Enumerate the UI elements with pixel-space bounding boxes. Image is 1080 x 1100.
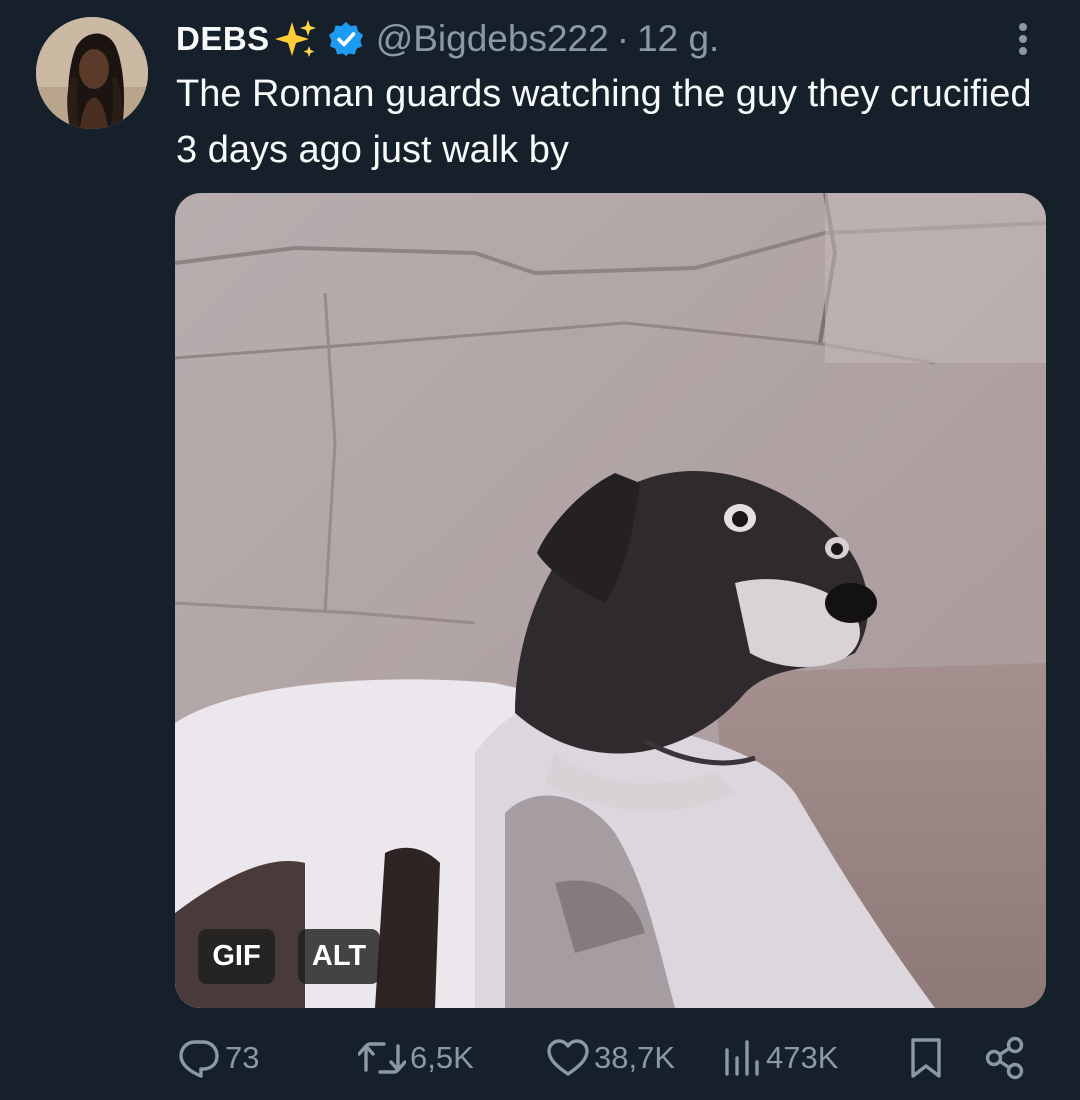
repost-count: 6,5K (410, 1040, 474, 1075)
tweet-header: DEBS @Bigdebs222 · 12 g. (176, 14, 719, 64)
action-bar: 73 6,5K 38,7K 473K (0, 1030, 1080, 1086)
repost-button[interactable]: 6,5K (358, 1030, 474, 1086)
share-icon (984, 1036, 1026, 1080)
alt-text-button[interactable]: ALT (298, 929, 380, 984)
tweet: DEBS @Bigdebs222 · 12 g. The Roman guard… (0, 0, 1080, 1100)
tweet-timestamp[interactable]: 12 g. (637, 18, 719, 60)
avatar[interactable] (36, 17, 148, 129)
reply-count: 73 (225, 1040, 260, 1075)
reply-icon (177, 1036, 221, 1080)
heart-icon (546, 1036, 590, 1080)
share-button[interactable] (984, 1030, 1026, 1086)
bookmark-icon (908, 1036, 944, 1080)
sparkles-emoji-icon (272, 18, 318, 60)
repost-icon (358, 1036, 406, 1080)
views-count: 473K (766, 1040, 839, 1075)
tweet-media-gif[interactable] (175, 193, 1046, 1008)
avatar-image (36, 17, 148, 129)
dog-gif-image (175, 193, 1046, 1008)
author-name[interactable]: DEBS (176, 20, 270, 58)
separator-dot: · (616, 18, 630, 59)
more-vertical-icon[interactable] (1008, 18, 1038, 60)
like-count: 38,7K (594, 1040, 676, 1075)
views-chart-icon (722, 1036, 762, 1080)
verified-badge-icon[interactable] (328, 21, 364, 57)
views-button[interactable]: 473K (722, 1030, 838, 1086)
gif-badge[interactable]: GIF (198, 929, 275, 984)
author-handle[interactable]: @Bigdebs222 (376, 18, 609, 60)
reply-button[interactable]: 73 (177, 1030, 259, 1086)
tweet-text: The Roman guards watching the guy they c… (176, 73, 1032, 171)
bookmark-button[interactable] (908, 1030, 944, 1086)
like-button[interactable]: 38,7K (546, 1030, 675, 1086)
